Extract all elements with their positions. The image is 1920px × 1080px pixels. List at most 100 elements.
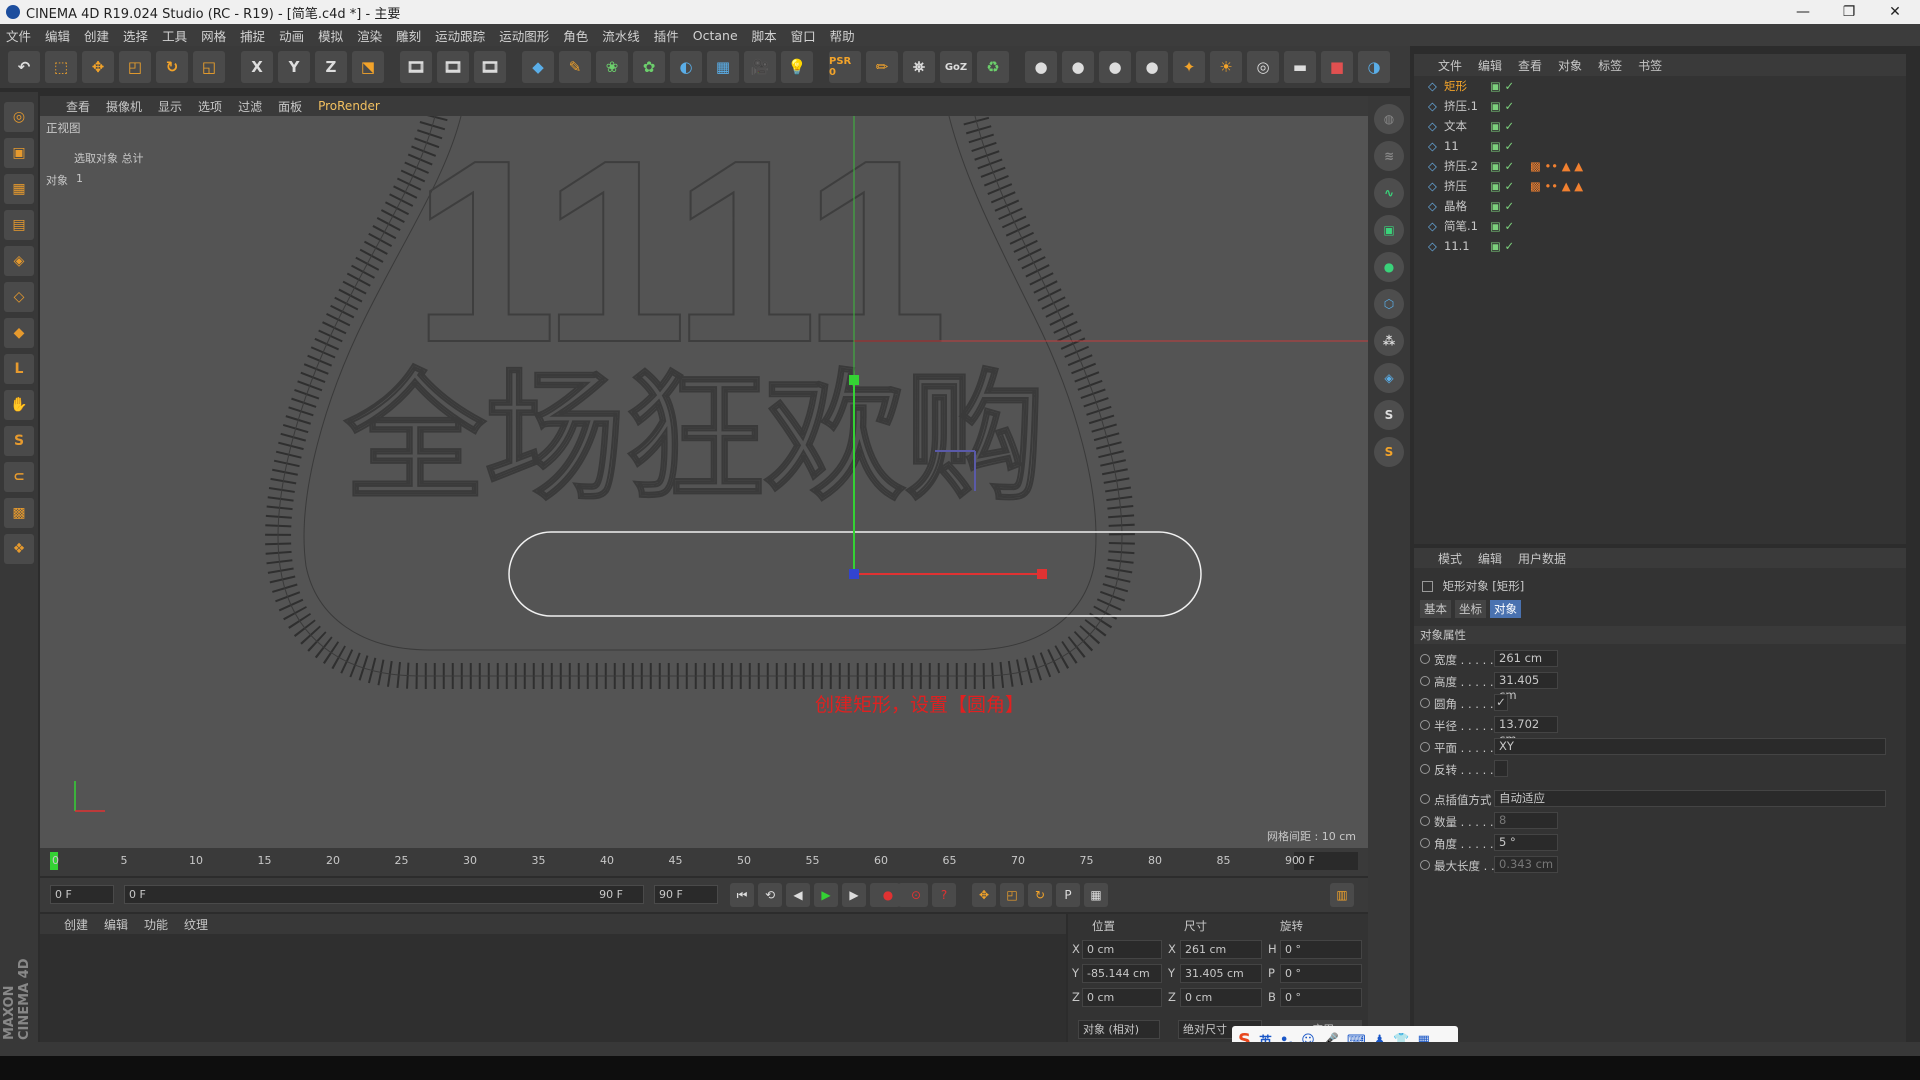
- keyframe-selection-icon[interactable]: ?: [932, 883, 956, 907]
- toolbar-button[interactable]: ↻: [156, 51, 188, 83]
- object-menu-item[interactable]: 查看: [1518, 57, 1542, 74]
- toolbar-button[interactable]: 💡: [781, 51, 813, 83]
- visibility-toggle[interactable]: ▣ ✓: [1490, 239, 1514, 253]
- viewport-menu-item[interactable]: 查看: [66, 98, 90, 115]
- visibility-toggle[interactable]: ▣ ✓: [1490, 139, 1514, 153]
- toolbar-button[interactable]: X: [241, 51, 273, 83]
- toolbar-button[interactable]: ♻: [977, 51, 1009, 83]
- transport-button[interactable]: ▶: [814, 883, 838, 907]
- rotation-field[interactable]: 0 °: [1280, 988, 1362, 1007]
- object-menu-item[interactable]: 对象: [1558, 57, 1582, 74]
- menu-item[interactable]: 网格: [201, 26, 226, 45]
- menu-item[interactable]: 模拟: [318, 26, 343, 45]
- animate-radio[interactable]: [1420, 816, 1430, 826]
- transport-button[interactable]: ⟲: [758, 883, 782, 907]
- pla-key-icon[interactable]: ▦: [1084, 883, 1108, 907]
- grid-icon[interactable]: ▩: [4, 498, 34, 528]
- toolbar-button[interactable]: GoZ: [940, 51, 972, 83]
- attribute-value[interactable]: 5 °: [1494, 834, 1558, 851]
- minimize-button[interactable]: —: [1780, 0, 1826, 24]
- menu-item[interactable]: 创建: [84, 26, 109, 45]
- menu-item[interactable]: 文件: [6, 26, 31, 45]
- menu-item[interactable]: 运动跟踪: [435, 26, 485, 45]
- menu-item[interactable]: 脚本: [752, 26, 777, 45]
- start-frame-field[interactable]: 0 F: [50, 885, 114, 904]
- menu-item[interactable]: 插件: [654, 26, 679, 45]
- menu-item[interactable]: 雕刻: [396, 26, 421, 45]
- object-row[interactable]: ◇ 挤压.1 ▣ ✓: [1414, 96, 1906, 116]
- attribute-tab[interactable]: 对象: [1490, 600, 1521, 618]
- toolbar-button[interactable]: ↶: [8, 51, 40, 83]
- animate-radio[interactable]: [1420, 794, 1430, 804]
- attribute-value[interactable]: 261 cm: [1494, 650, 1558, 667]
- record-icon[interactable]: ●: [876, 883, 900, 907]
- toolbar-button[interactable]: ✿: [633, 51, 665, 83]
- menu-item[interactable]: 流水线: [602, 26, 640, 45]
- toolbar-button[interactable]: ✥: [82, 51, 114, 83]
- size-field[interactable]: 31.405 cm: [1180, 964, 1262, 983]
- toolbar-button[interactable]: ☀: [1210, 51, 1242, 83]
- object-row[interactable]: ◇ 文本 ▣ ✓: [1414, 116, 1906, 136]
- object-row[interactable]: ◇ 挤压 ▣ ✓ ▩ •• ▲ ▲: [1414, 176, 1906, 196]
- model-mode-icon[interactable]: ▣: [4, 138, 34, 168]
- scale-key-icon[interactable]: ◰: [1000, 883, 1024, 907]
- move-key-icon[interactable]: ✥: [972, 883, 996, 907]
- toolbar-button[interactable]: 🎥: [744, 51, 776, 83]
- material-menu-item[interactable]: 功能: [144, 916, 168, 933]
- attribute-value[interactable]: 13.702 cm: [1494, 716, 1558, 746]
- position-field[interactable]: 0 cm: [1082, 988, 1162, 1007]
- toolbar-button[interactable]: ✎: [559, 51, 591, 83]
- visibility-toggle[interactable]: ▣ ✓: [1490, 219, 1514, 233]
- animate-radio[interactable]: [1420, 720, 1430, 730]
- viewport-menu-item[interactable]: 显示: [158, 98, 182, 115]
- toolbar-button[interactable]: ◰: [119, 51, 151, 83]
- position-field[interactable]: -85.144 cm: [1082, 964, 1162, 983]
- menu-item[interactable]: 动画: [279, 26, 304, 45]
- param-key-icon[interactable]: P: [1056, 883, 1080, 907]
- animate-radio[interactable]: [1420, 860, 1430, 870]
- make-editable-icon[interactable]: ◎: [4, 102, 34, 132]
- visibility-toggle[interactable]: ▣ ✓: [1490, 119, 1514, 133]
- close-button[interactable]: ✕: [1872, 0, 1918, 24]
- visibility-toggle[interactable]: ▣ ✓: [1490, 79, 1514, 93]
- hair-icon[interactable]: ≋: [1374, 141, 1404, 171]
- toolbar-button[interactable]: ●: [1099, 51, 1131, 83]
- position-field[interactable]: 0 cm: [1082, 940, 1162, 959]
- sketch-icon[interactable]: S: [1374, 437, 1404, 467]
- toolbar-button[interactable]: ●: [1025, 51, 1057, 83]
- coord-mode-select[interactable]: 对象 (相对): [1078, 1020, 1160, 1039]
- menu-item[interactable]: 窗口: [791, 26, 816, 45]
- viewport-menu-item[interactable]: ProRender: [318, 99, 380, 113]
- rotation-field[interactable]: 0 °: [1280, 964, 1362, 983]
- toolbar-button[interactable]: ⬚: [45, 51, 77, 83]
- attribute-value[interactable]: ✓: [1494, 694, 1508, 711]
- menu-item[interactable]: 工具: [162, 26, 187, 45]
- frame-range-slider[interactable]: 0 F 90 F: [124, 885, 644, 904]
- size-field[interactable]: 0 cm: [1180, 988, 1262, 1007]
- toolbar-button[interactable]: ✏: [866, 51, 898, 83]
- toolbar-button[interactable]: 🎞: [400, 51, 432, 83]
- menu-item[interactable]: 运动图形: [499, 26, 549, 45]
- menu-item[interactable]: 渲染: [357, 26, 382, 45]
- menu-item[interactable]: 帮助: [830, 26, 855, 45]
- timeline-ruler[interactable]: 0 F 0 5 10 15 20 25 30 35 40 45 50 55 60 65 70 75 80 85 90: [40, 848, 1368, 876]
- toolbar-button[interactable]: ●: [1062, 51, 1094, 83]
- transport-button[interactable]: ⏮: [730, 883, 754, 907]
- spline-tool-icon[interactable]: ∿: [1374, 178, 1404, 208]
- toolbar-button[interactable]: ●: [1136, 51, 1168, 83]
- object-row[interactable]: ◇ 挤压.2 ▣ ✓ ▩ •• ▲ ▲: [1414, 156, 1906, 176]
- attribute-tab[interactable]: 基本: [1420, 600, 1451, 618]
- toolbar-button[interactable]: ◱: [193, 51, 225, 83]
- attribute-value[interactable]: 自动适应: [1494, 790, 1886, 807]
- toolbar-button[interactable]: ⛯: [903, 51, 935, 83]
- menu-item[interactable]: 编辑: [45, 26, 70, 45]
- rotation-field[interactable]: 0 °: [1280, 940, 1362, 959]
- toolbar-button[interactable]: PSR 0: [829, 51, 861, 83]
- viewport-menu-item[interactable]: 过滤: [238, 98, 262, 115]
- workplane-icon[interactable]: ▤: [4, 210, 34, 240]
- texture-mode-icon[interactable]: ▦: [4, 174, 34, 204]
- axis-icon[interactable]: L: [4, 354, 34, 384]
- viewport[interactable]: 正视图 选取对象 总计 对象 1 1111 全场狂欢购 创建矩形，设置【圆角】 …: [40, 116, 1368, 848]
- object-menu-item[interactable]: 编辑: [1478, 57, 1502, 74]
- attribute-menu-item[interactable]: 模式: [1438, 550, 1462, 567]
